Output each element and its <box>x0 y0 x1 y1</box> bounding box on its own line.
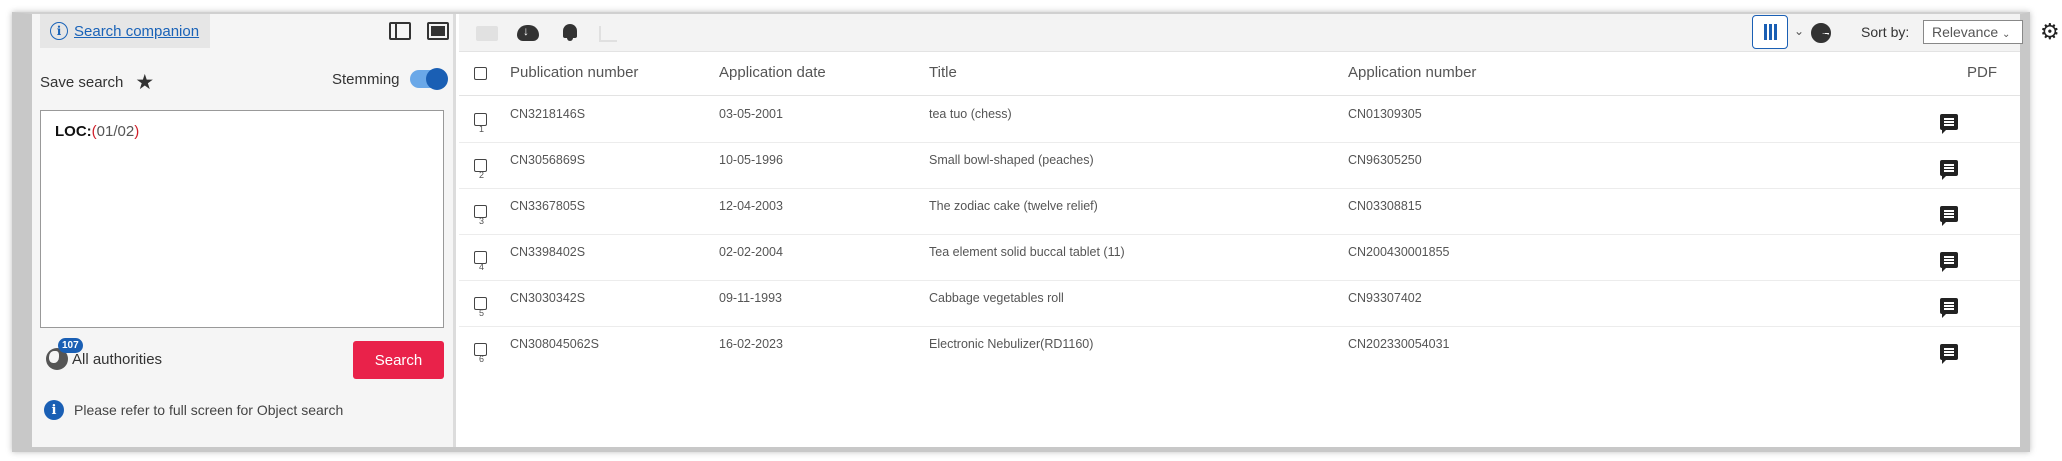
publication-number[interactable]: CN3367805S <box>510 199 585 213</box>
folder-icon[interactable] <box>476 26 498 41</box>
header-publication-number[interactable]: Publication number <box>510 64 638 81</box>
row-index: 1 <box>479 124 485 134</box>
row-index: 2 <box>479 170 485 180</box>
save-search-label: Save search <box>40 74 124 91</box>
query-keyword: LOC: <box>55 123 92 140</box>
authorities-label: All authorities <box>72 350 163 368</box>
title: Cabbage vegetables roll <box>929 291 1064 305</box>
header-pdf: PDF <box>1967 64 1997 81</box>
chevron-down-icon[interactable]: ⌄ <box>1794 24 1804 38</box>
split-layout-icon[interactable] <box>389 22 411 40</box>
title: Electronic Nebulizer(RD1160) <box>929 337 1094 351</box>
row-index: 3 <box>479 216 485 226</box>
app-window: i Search companion Save search ★ Stemmin… <box>12 12 2060 452</box>
publication-number[interactable]: CN3030342S <box>510 291 585 305</box>
table-row[interactable]: 6 CN308045062S 16-02-2023 Electronic Neb… <box>459 327 2020 373</box>
comment-icon[interactable] <box>1940 252 1958 272</box>
application-date: 03-05-2001 <box>719 107 783 121</box>
search-button[interactable]: Search <box>353 341 444 379</box>
comment-icon[interactable] <box>1940 114 1958 134</box>
application-date: 09-11-1993 <box>719 291 783 305</box>
column-bar-icon <box>1773 24 1777 40</box>
stemming-control: Stemming <box>332 68 448 90</box>
select-all-checkbox[interactable] <box>474 67 487 80</box>
object-search-notice: i Please refer to full screen for Object… <box>44 400 343 420</box>
table-row[interactable]: 1 CN3218146S 03-05-2001 tea tuo (chess) … <box>459 97 2020 143</box>
title: The zodiac cake (twelve relief) <box>929 199 1098 213</box>
query-editor[interactable]: LOC:(01/02) <box>40 110 444 328</box>
application-date: 10-05-1996 <box>719 153 783 167</box>
publication-number[interactable]: CN308045062S <box>510 337 599 351</box>
sort-select[interactable]: Relevance ⌄ <box>1923 20 2023 44</box>
gear-icon[interactable]: ⚙ <box>2040 21 2062 43</box>
full-layout-icon[interactable] <box>427 22 449 40</box>
search-companion-tab[interactable]: i Search companion <box>40 14 210 48</box>
query-close-paren: ) <box>134 123 140 140</box>
row-index: 4 <box>479 262 485 272</box>
application-date: 12-04-2003 <box>719 199 783 213</box>
application-number: CN200430001855 <box>1348 245 1450 259</box>
analytics-icon[interactable] <box>599 26 617 42</box>
alert-bell-icon[interactable] <box>559 22 581 42</box>
table-header: Publication number Application date Titl… <box>459 52 2020 96</box>
table-row[interactable]: 3 CN3367805S 12-04-2003 The zodiac cake … <box>459 189 2020 235</box>
comment-icon[interactable] <box>1940 206 1958 226</box>
column-bar-icon <box>1763 24 1767 40</box>
application-number: CN03308815 <box>1348 199 1422 213</box>
comment-icon[interactable] <box>1940 344 1958 364</box>
authorities-selector[interactable]: 107 All authorities <box>46 338 163 370</box>
application-date: 02-02-2004 <box>719 245 783 259</box>
results-toolbar: ⌄ Sort by: Relevance ⌄ ⚙ <box>459 14 2060 52</box>
notice-text: Please refer to full screen for Object s… <box>74 402 344 418</box>
sort-label: Sort by: <box>1861 24 1910 40</box>
application-date: 16-02-2023 <box>719 337 783 351</box>
comment-icon[interactable] <box>1940 160 1958 180</box>
header-application-number[interactable]: Application number <box>1348 64 1476 81</box>
comment-icon[interactable] <box>1940 298 1958 318</box>
authorities-count-badge: 107 <box>58 338 83 353</box>
column-view-button[interactable] <box>1752 15 1788 49</box>
cloud-download-icon[interactable] <box>517 24 539 41</box>
chevron-down-icon: ⌄ <box>2002 29 2011 40</box>
application-number: CN93307402 <box>1348 291 1422 305</box>
save-search[interactable]: Save search ★ <box>40 70 154 95</box>
globe-icon: 107 <box>46 338 83 370</box>
application-number: CN202330054031 <box>1348 337 1450 351</box>
application-number: CN96305250 <box>1348 153 1422 167</box>
table-row[interactable]: 4 CN3398402S 02-02-2004 Tea element soli… <box>459 235 2020 281</box>
row-index: 5 <box>479 308 485 318</box>
row-index: 6 <box>479 354 485 364</box>
column-bar-icon <box>1768 24 1772 40</box>
star-icon[interactable]: ★ <box>135 70 154 95</box>
header-application-date[interactable]: Application date <box>719 64 826 81</box>
publication-number[interactable]: CN3056869S <box>510 153 585 167</box>
query-value: 01/02 <box>96 123 135 140</box>
search-companion-link[interactable]: Search companion <box>74 23 199 40</box>
title: Small bowl-shaped (peaches) <box>929 153 1094 167</box>
table-row[interactable]: 5 CN3030342S 09-11-1993 Cabbage vegetabl… <box>459 281 2020 327</box>
table-row[interactable]: 2 CN3056869S 10-05-1996 Small bowl-shape… <box>459 143 2020 189</box>
info-filled-icon: i <box>44 400 64 420</box>
title: Tea element solid buccal tablet (11) <box>929 245 1125 259</box>
results-panel: ⌄ Sort by: Relevance ⌄ ⚙ Publication num… <box>459 14 2060 447</box>
stemming-label: Stemming <box>332 70 400 88</box>
search-panel: i Search companion Save search ★ Stemmin… <box>32 14 456 447</box>
header-title[interactable]: Title <box>929 64 957 81</box>
publication-number[interactable]: CN3398402S <box>510 245 585 259</box>
sort-value: Relevance <box>1932 24 1999 40</box>
publication-number[interactable]: CN3218146S <box>510 107 585 121</box>
info-icon: i <box>50 22 68 40</box>
pie-chart-icon[interactable] <box>1811 23 1831 43</box>
application-number: CN01309305 <box>1348 107 1422 121</box>
stemming-toggle[interactable] <box>409 68 448 90</box>
title: tea tuo (chess) <box>929 107 1012 121</box>
